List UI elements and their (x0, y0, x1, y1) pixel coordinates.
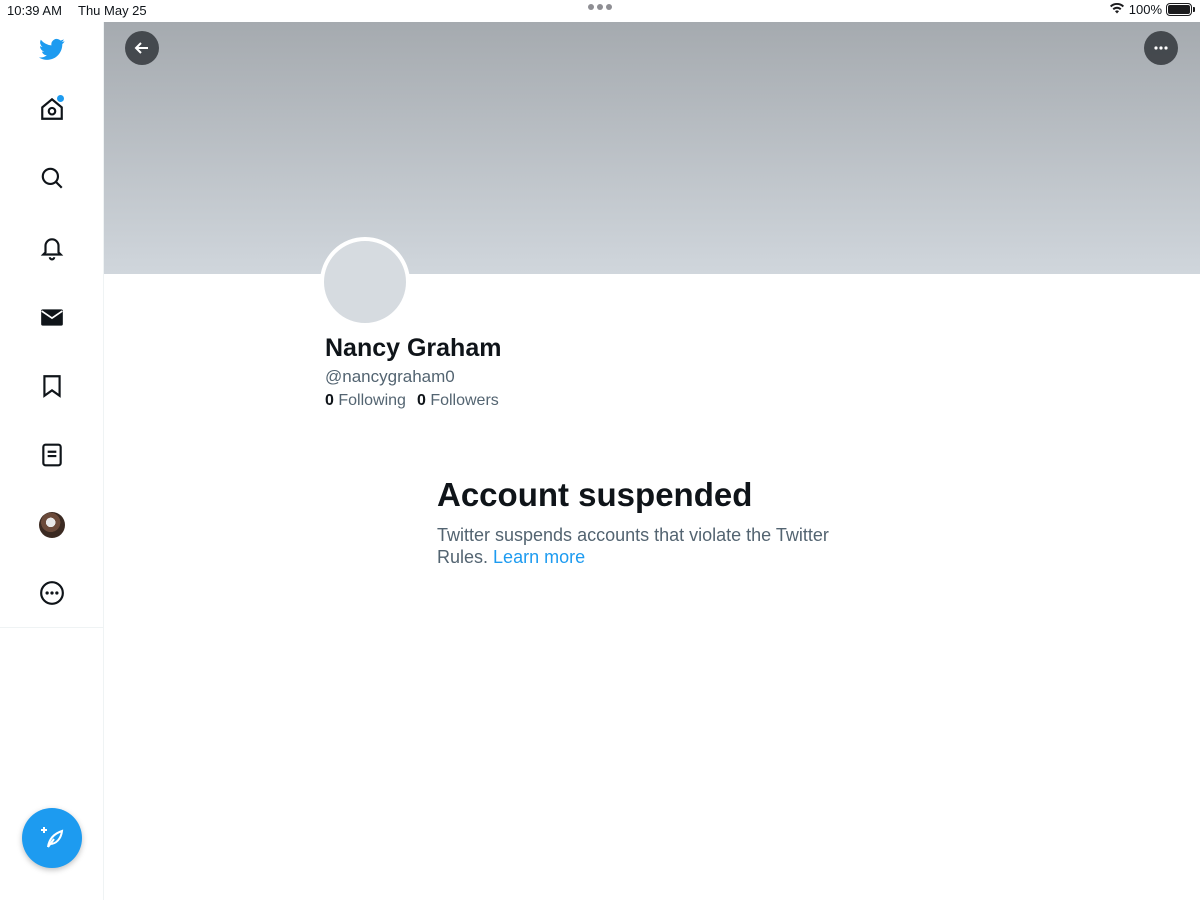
suspension-title: Account suspended (437, 476, 753, 513)
following-stat[interactable]: 0 Following (325, 392, 406, 410)
notification-dot (57, 95, 64, 102)
battery-icon (1166, 3, 1195, 16)
notifications-bell-icon[interactable] (37, 233, 67, 263)
display-name: Nancy Graham (325, 334, 502, 362)
suspension-message: Twitter suspends accounts that violate t… (437, 524, 877, 568)
compose-tweet-button[interactable] (22, 808, 82, 868)
following-label: Following (338, 392, 406, 409)
bookmark-icon[interactable] (37, 371, 67, 401)
multitasking-dots-icon[interactable] (588, 4, 612, 10)
search-icon[interactable] (37, 163, 67, 193)
compose-tweet-icon (41, 827, 64, 848)
sidebar-divider (0, 627, 104, 628)
profile-avatar-placeholder (320, 237, 410, 327)
home-icon[interactable] (37, 94, 67, 124)
profile-banner (104, 22, 1200, 274)
follow-stats: 0 Following 0 Followers (325, 392, 499, 410)
followers-stat[interactable]: 0 Followers (417, 392, 499, 410)
status-date: Thu May 25 (78, 3, 147, 18)
following-count: 0 (325, 392, 334, 409)
learn-more-link[interactable]: Learn more (493, 547, 585, 567)
followers-count: 0 (416, 392, 426, 409)
back-arrow-icon (134, 42, 148, 54)
profile-avatar[interactable] (39, 512, 65, 538)
lists-icon[interactable] (37, 440, 67, 470)
user-handle: @nancygraham0 (325, 367, 455, 386)
followers-label: Followers (430, 392, 499, 409)
more-horizontal-icon (1154, 46, 1168, 50)
more-options-button[interactable] (1144, 31, 1178, 65)
messages-envelope-icon[interactable] (37, 302, 67, 332)
back-button[interactable] (125, 31, 159, 65)
suspension-notice: Account suspended Twitter suspends accou… (437, 476, 877, 568)
status-time: 10:39 AM (7, 3, 62, 18)
status-bar: 10:39 AM Thu May 25 100% (0, 0, 1200, 22)
twitter-logo-icon[interactable] (37, 34, 67, 64)
more-circle-icon[interactable] (37, 578, 67, 608)
status-indicators: 100% (1109, 2, 1195, 17)
wifi-icon (1109, 2, 1125, 17)
battery-percent: 100% (1128, 2, 1162, 17)
sidebar-nav (0, 22, 104, 900)
